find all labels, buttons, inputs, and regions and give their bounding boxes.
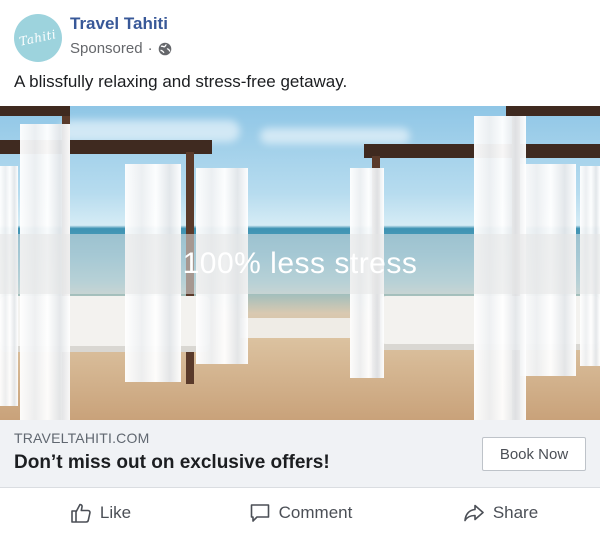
link-headline[interactable]: Don’t miss out on exclusive offers! bbox=[14, 452, 330, 474]
avatar-logo-text: Tahiti bbox=[18, 27, 58, 49]
comment-icon bbox=[250, 503, 269, 522]
globe-icon[interactable] bbox=[158, 42, 172, 56]
post-caption: A blissfully relaxing and stress-free ge… bbox=[14, 72, 348, 91]
cloud bbox=[60, 120, 240, 142]
action-bar: Like Comment Share bbox=[0, 489, 600, 536]
share-icon bbox=[464, 504, 484, 521]
cabana-canopy bbox=[506, 106, 600, 116]
thumbs-up-icon bbox=[71, 503, 91, 523]
sponsored-label[interactable]: Sponsored bbox=[70, 40, 143, 57]
like-label: Like bbox=[99, 502, 132, 522]
link-domain: TRAVELTAHITI.COM bbox=[14, 430, 150, 446]
cabana-canopy bbox=[0, 106, 70, 116]
link-preview[interactable]: TRAVELTAHITI.COM Don’t miss out on exclu… bbox=[0, 420, 600, 488]
post-meta: Sponsored · bbox=[70, 40, 172, 57]
comment-button[interactable]: Comment bbox=[200, 489, 400, 536]
post-header: Tahiti Travel Tahiti Sponsored · bbox=[0, 0, 600, 68]
post-image[interactable]: 100% less stress bbox=[0, 106, 600, 420]
page-avatar[interactable]: Tahiti bbox=[14, 14, 62, 62]
overlay-text: 100% less stress bbox=[182, 247, 418, 280]
cloud bbox=[260, 128, 410, 144]
book-now-button[interactable]: Book Now bbox=[482, 437, 586, 471]
sponsored-post: Tahiti Travel Tahiti Sponsored · A bliss… bbox=[0, 0, 600, 536]
page-name-link[interactable]: Travel Tahiti bbox=[70, 14, 168, 34]
share-label: Share bbox=[492, 502, 539, 522]
like-button[interactable]: Like bbox=[0, 489, 200, 536]
share-button[interactable]: Share bbox=[400, 489, 600, 536]
comment-label: Comment bbox=[278, 502, 353, 522]
overlay-band: 100% less stress bbox=[0, 234, 600, 294]
meta-separator: · bbox=[147, 40, 153, 57]
pier bbox=[240, 318, 350, 338]
